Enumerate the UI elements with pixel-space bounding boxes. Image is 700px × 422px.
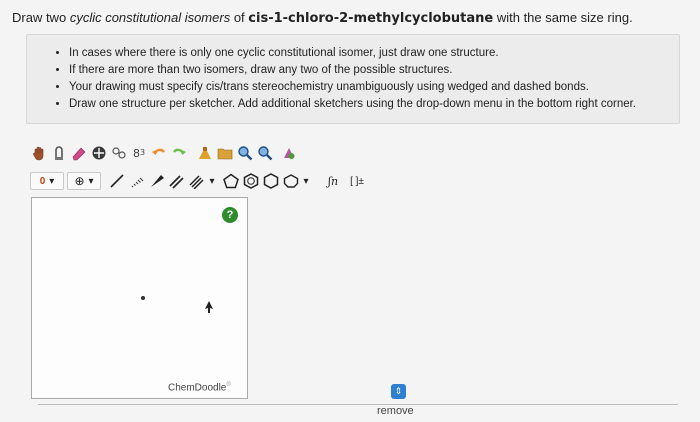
divider — [38, 404, 678, 405]
chemdoodle-brand: ChemDoodle — [168, 382, 227, 394]
instruction-item: Draw one structure per sketcher. Add add… — [69, 96, 679, 113]
instruction-item: Your drawing must specify cis/trans ster… — [69, 79, 679, 96]
bracket-label: [ ]± — [350, 175, 364, 187]
benzene-icon[interactable] — [242, 172, 260, 190]
clean-icon[interactable] — [196, 144, 214, 162]
eraser-icon[interactable] — [70, 144, 88, 162]
hashed-bond-icon[interactable] — [128, 172, 146, 190]
hand-icon[interactable] — [30, 144, 48, 162]
cursor-arrow-icon — [205, 301, 213, 313]
question-suffix: with the same size ring. — [496, 10, 633, 25]
wedge-bond-icon[interactable] — [148, 172, 166, 190]
label-icon[interactable]: 83 — [130, 144, 148, 162]
compound-name: cis-1-chloro-2-methylcyclobutane — [248, 11, 494, 26]
toolbar-row-1: 83 — [30, 142, 300, 164]
double-bond-icon[interactable] — [168, 172, 186, 190]
add-sketcher-dropdown[interactable]: ⇕ — [391, 384, 406, 399]
charge-select[interactable]: 0 ▾ — [30, 172, 64, 190]
cycloheptane-icon[interactable] — [282, 172, 300, 190]
charge-value: 0 — [39, 175, 46, 187]
question-prefix: Draw two — [12, 10, 67, 25]
zoom-in-icon[interactable] — [236, 144, 254, 162]
atom-map-icon[interactable] — [110, 144, 128, 162]
instruction-item: In cases where there is only one cyclic … — [69, 45, 679, 62]
instructions-list: In cases where there is only one cyclic … — [27, 35, 679, 113]
chemdoodle-label: ChemDoodle® — [168, 382, 231, 393]
chevron-down-icon[interactable]: ▾ — [208, 172, 216, 190]
bracket-icon[interactable]: [ ]± — [346, 172, 368, 190]
cyclohexane-icon[interactable] — [262, 172, 280, 190]
question-middle: of — [233, 10, 245, 25]
sketcher-canvas[interactable]: ? ChemDoodle® — [31, 197, 248, 399]
undo-icon[interactable] — [150, 144, 168, 162]
help-button[interactable]: ? — [222, 207, 238, 223]
open-file-icon[interactable] — [216, 144, 234, 162]
ring-select[interactable]: ⊕ ▾ — [67, 172, 101, 190]
instruction-item: If there are more than two isomers, draw… — [69, 62, 679, 79]
remove-link[interactable]: remove — [377, 405, 414, 417]
toolbar-row-2: 0 ▾ ⊕ ▾ ▾ ▾ ʃn [ ]± — [30, 170, 370, 192]
chevron-down-icon[interactable]: ▾ — [302, 172, 310, 190]
chevron-down-icon: ▾ — [49, 175, 55, 187]
cyclopentane-icon[interactable] — [222, 172, 240, 190]
ring-label: ⊕ — [74, 174, 85, 188]
svg-text:8: 8 — [133, 147, 140, 160]
function-label: ʃn — [327, 174, 339, 188]
single-bond-icon[interactable] — [108, 172, 126, 190]
lasso-icon[interactable] — [50, 144, 68, 162]
function-icon[interactable]: ʃn — [322, 172, 344, 190]
instructions-box: In cases where there is only one cyclic … — [26, 34, 680, 124]
redo-icon[interactable] — [170, 144, 188, 162]
svg-text:3: 3 — [140, 148, 145, 157]
zoom-fit-icon[interactable] — [90, 144, 108, 162]
chevron-down-icon: ▾ — [88, 175, 94, 187]
zoom-out-icon[interactable] — [256, 144, 274, 162]
triple-bond-icon[interactable] — [188, 172, 206, 190]
chemdoodle-mark: ® — [226, 382, 231, 388]
question-italic: cyclic constitutional isomers — [69, 10, 231, 25]
canvas-dot — [141, 296, 145, 300]
settings-icon[interactable] — [280, 144, 298, 162]
question-text: Draw two cyclic constitutional isomers o… — [12, 10, 633, 26]
